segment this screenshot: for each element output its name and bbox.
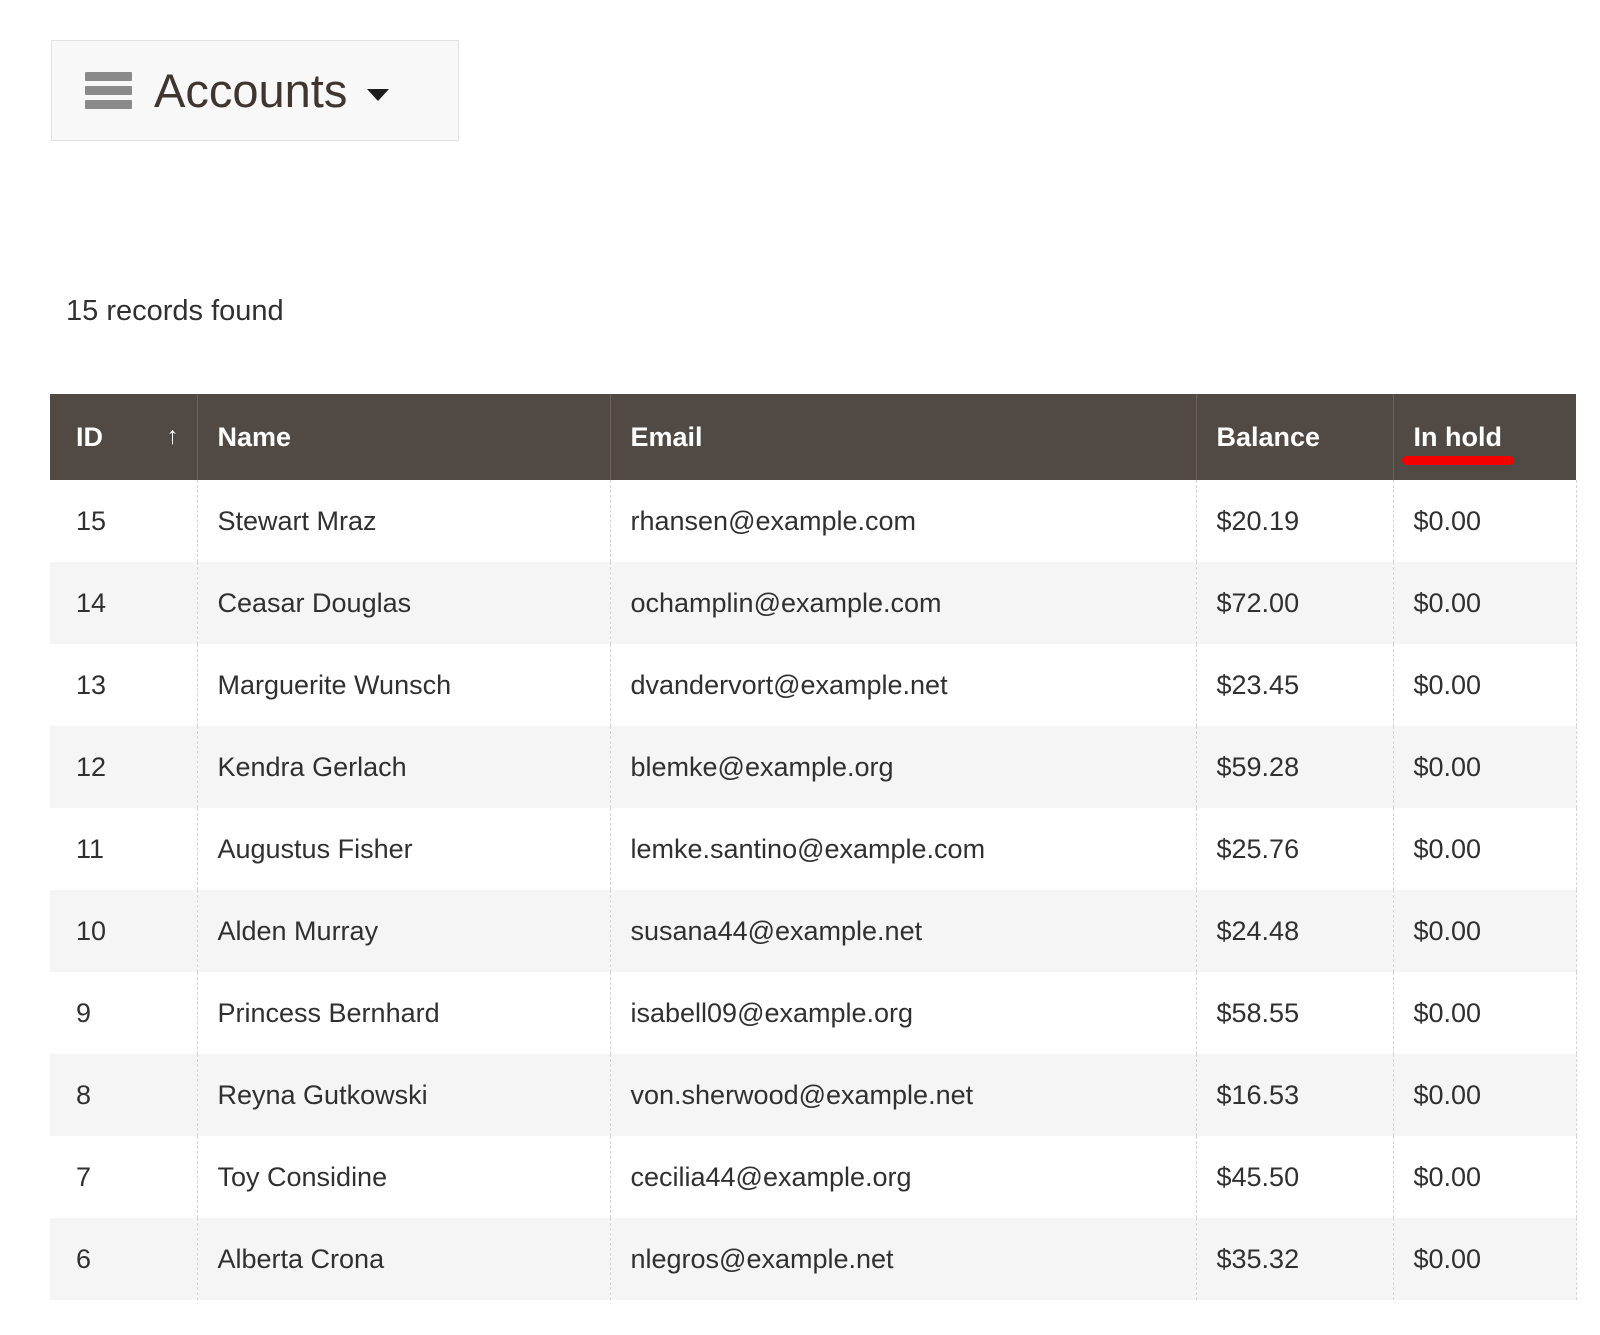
cell-name: Augustus Fisher — [197, 808, 610, 890]
table-row[interactable]: 12 Kendra Gerlach blemke@example.org $59… — [50, 726, 1576, 808]
cell-in-hold: $0.00 — [1393, 644, 1576, 726]
cell-in-hold: $0.00 — [1393, 890, 1576, 972]
cell-name: Toy Considine — [197, 1136, 610, 1218]
cell-id: 15 — [50, 480, 197, 562]
column-label-in-hold: In hold — [1414, 422, 1502, 452]
cell-name: Reyna Gutkowski — [197, 1054, 610, 1136]
cell-name: Princess Bernhard — [197, 972, 610, 1054]
cell-email: blemke@example.org — [610, 726, 1196, 808]
table-row[interactable]: 13 Marguerite Wunsch dvandervort@example… — [50, 644, 1576, 726]
cell-in-hold: $0.00 — [1393, 1218, 1576, 1300]
cell-in-hold: $0.00 — [1393, 1054, 1576, 1136]
cell-balance: $72.00 — [1196, 562, 1393, 644]
cell-balance: $23.45 — [1196, 644, 1393, 726]
cell-in-hold: $0.00 — [1393, 808, 1576, 890]
cell-email: dvandervort@example.net — [610, 644, 1196, 726]
chevron-down-icon[interactable] — [367, 89, 389, 101]
grid-header: ID ↑ Name Email Balance In hold — [50, 394, 1576, 480]
cell-name: Stewart Mraz — [197, 480, 610, 562]
cell-balance: $24.48 — [1196, 890, 1393, 972]
cell-email: nlegros@example.net — [610, 1218, 1196, 1300]
cell-email: von.sherwood@example.net — [610, 1054, 1196, 1136]
column-label-email: Email — [631, 422, 703, 452]
cell-balance: $45.50 — [1196, 1136, 1393, 1218]
table-row[interactable]: 6 Alberta Crona nlegros@example.net $35.… — [50, 1218, 1576, 1300]
cell-name: Ceasar Douglas — [197, 562, 610, 644]
cell-in-hold: $0.00 — [1393, 562, 1576, 644]
sort-ascending-icon[interactable]: ↑ — [167, 422, 179, 450]
cell-id: 12 — [50, 726, 197, 808]
cell-balance: $35.32 — [1196, 1218, 1393, 1300]
cell-email: ochamplin@example.com — [610, 562, 1196, 644]
column-header-in-hold[interactable]: In hold — [1393, 394, 1576, 480]
cell-in-hold: $0.00 — [1393, 480, 1576, 562]
table-row[interactable]: 15 Stewart Mraz rhansen@example.com $20.… — [50, 480, 1576, 562]
page: Accounts 15 records found ID ↑ Name Emai… — [0, 0, 1600, 1335]
column-label-name: Name — [218, 422, 292, 452]
cell-id: 7 — [50, 1136, 197, 1218]
column-header-name[interactable]: Name — [197, 394, 610, 480]
column-header-id[interactable]: ID ↑ — [50, 394, 197, 480]
cell-id: 8 — [50, 1054, 197, 1136]
cell-balance: $25.76 — [1196, 808, 1393, 890]
table-row[interactable]: 8 Reyna Gutkowski von.sherwood@example.n… — [50, 1054, 1576, 1136]
hamburger-bar — [85, 72, 132, 81]
cell-id: 11 — [50, 808, 197, 890]
column-header-email[interactable]: Email — [610, 394, 1196, 480]
cell-id: 6 — [50, 1218, 197, 1300]
column-label-balance: Balance — [1217, 422, 1321, 452]
cell-id: 14 — [50, 562, 197, 644]
cell-name: Alberta Crona — [197, 1218, 610, 1300]
accounts-grid: ID ↑ Name Email Balance In hold — [50, 394, 1577, 1300]
cell-name: Alden Murray — [197, 890, 610, 972]
cell-name: Kendra Gerlach — [197, 726, 610, 808]
cell-balance: $59.28 — [1196, 726, 1393, 808]
hamburger-icon[interactable] — [85, 72, 132, 109]
cell-in-hold: $0.00 — [1393, 1136, 1576, 1218]
cell-in-hold: $0.00 — [1393, 726, 1576, 808]
cell-balance: $20.19 — [1196, 480, 1393, 562]
cell-id: 10 — [50, 890, 197, 972]
column-header-balance[interactable]: Balance — [1196, 394, 1393, 480]
cell-name: Marguerite Wunsch — [197, 644, 610, 726]
table-row[interactable]: 10 Alden Murray susana44@example.net $24… — [50, 890, 1576, 972]
column-label-id: ID — [76, 422, 103, 452]
table-row[interactable]: 14 Ceasar Douglas ochamplin@example.com … — [50, 562, 1576, 644]
annotation-red-underline — [1402, 456, 1514, 465]
hamburger-bar — [85, 100, 132, 109]
cell-id: 13 — [50, 644, 197, 726]
cell-in-hold: $0.00 — [1393, 972, 1576, 1054]
cell-email: susana44@example.net — [610, 890, 1196, 972]
cell-id: 9 — [50, 972, 197, 1054]
cell-balance: $58.55 — [1196, 972, 1393, 1054]
table-row[interactable]: 9 Princess Bernhard isabell09@example.or… — [50, 972, 1576, 1054]
table-row[interactable]: 11 Augustus Fisher lemke.santino@example… — [50, 808, 1576, 890]
cell-email: lemke.santino@example.com — [610, 808, 1196, 890]
records-found-count: 15 records found — [66, 295, 284, 328]
cell-email: isabell09@example.org — [610, 972, 1196, 1054]
cell-email: rhansen@example.com — [610, 480, 1196, 562]
grid-body: 15 Stewart Mraz rhansen@example.com $20.… — [50, 480, 1576, 1300]
page-title: Accounts — [154, 67, 347, 114]
table-row[interactable]: 7 Toy Considine cecilia44@example.org $4… — [50, 1136, 1576, 1218]
cell-balance: $16.53 — [1196, 1054, 1393, 1136]
cell-email: cecilia44@example.org — [610, 1136, 1196, 1218]
grid-header-row: ID ↑ Name Email Balance In hold — [50, 394, 1576, 480]
page-title-bar[interactable]: Accounts — [51, 40, 459, 141]
hamburger-bar — [85, 86, 132, 95]
